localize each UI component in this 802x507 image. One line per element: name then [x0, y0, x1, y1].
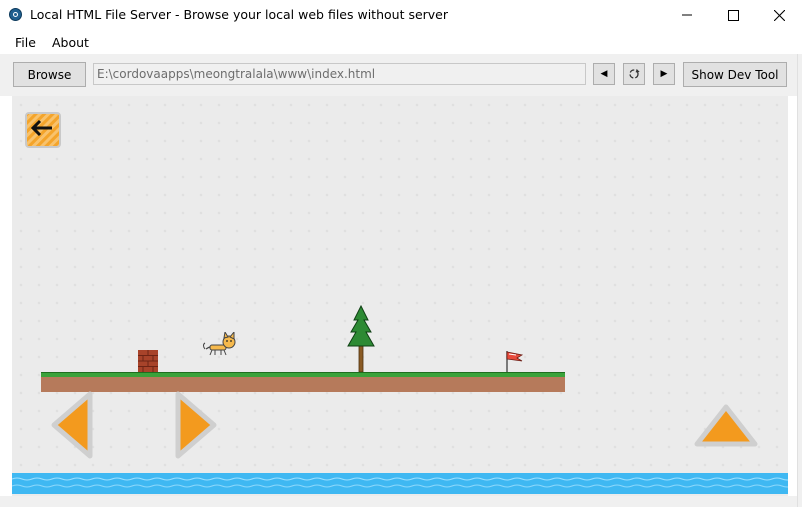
app-icon [9, 8, 22, 21]
refresh-icon [629, 69, 640, 79]
forward-icon: ▶ [660, 69, 668, 79]
water [12, 473, 788, 494]
menu-file[interactable]: File [15, 35, 36, 50]
cat-player [203, 332, 236, 356]
jump-button[interactable] [693, 402, 759, 450]
move-right-button[interactable] [172, 390, 218, 460]
browse-button[interactable]: Browse [13, 62, 86, 87]
ground-platform [41, 372, 565, 392]
maximize-button[interactable] [710, 0, 756, 30]
minimize-button[interactable] [664, 0, 710, 30]
close-icon [773, 9, 785, 21]
refresh-button[interactable] [623, 63, 645, 85]
back-icon: ◀ [600, 69, 608, 79]
game-back-button[interactable] [24, 111, 62, 149]
title-bar: Local HTML File Server - Browse your loc… [0, 0, 802, 30]
show-dev-tool-button[interactable]: Show Dev Tool [683, 62, 787, 87]
game-viewport[interactable] [12, 96, 788, 496]
back-button[interactable]: ◀ [593, 63, 615, 85]
right-arrow-icon [175, 391, 217, 459]
menu-about[interactable]: About [52, 35, 89, 50]
window-right-edge [797, 54, 802, 507]
maximize-icon [727, 9, 739, 21]
pine-tree [347, 304, 375, 373]
goal-flag [506, 351, 524, 372]
toolbar: Browse E:\cordovaapps\meongtralala\www\i… [0, 54, 802, 96]
window-bottom-edge [0, 496, 797, 507]
left-arrow-icon [51, 391, 93, 459]
up-arrow-icon [694, 404, 758, 447]
menu-bar: File About [0, 30, 802, 54]
window-title: Local HTML File Server - Browse your loc… [30, 7, 449, 22]
brick-block [138, 350, 158, 372]
forward-button[interactable]: ▶ [653, 63, 675, 85]
close-button[interactable] [756, 0, 802, 30]
path-field[interactable]: E:\cordovaapps\meongtralala\www\index.ht… [93, 63, 586, 85]
move-left-button[interactable] [50, 390, 96, 460]
minimize-icon [682, 14, 692, 16]
